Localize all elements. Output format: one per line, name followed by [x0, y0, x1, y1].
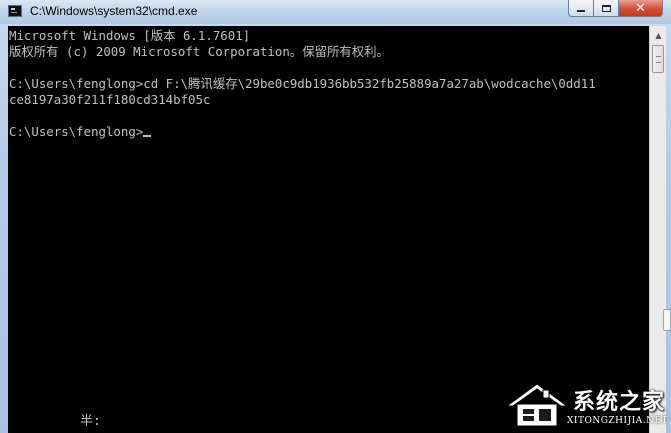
ime-status: 半: — [80, 414, 101, 429]
text-cursor — [143, 135, 152, 137]
close-icon: ✕ — [635, 0, 646, 16]
console-output[interactable]: Microsoft Windows [版本 6.1.7601] 版权所有 (c)… — [8, 26, 649, 433]
title-bar[interactable]: C:\Windows\system32\cmd.exe ✕ — [0, 0, 671, 24]
cmd-app-icon[interactable] — [8, 5, 22, 17]
house-logo-icon — [505, 383, 569, 427]
console-line: Microsoft Windows [版本 6.1.7601] — [9, 28, 251, 43]
minimize-button[interactable] — [568, 0, 594, 17]
console-line: 版权所有 (c) 2009 Microsoft Corporation。保留所有… — [9, 44, 389, 59]
scrollbar-thumb[interactable] — [652, 45, 664, 73]
console-prompt-line: C:\Users\fenglong> — [9, 124, 152, 140]
console-line: C:\Users\fenglong>cd F:\腾讯缓存\29be0c9db19… — [9, 76, 596, 91]
minimize-icon — [577, 10, 585, 12]
vertical-scrollbar[interactable]: ▲ — [649, 26, 666, 433]
maximize-button[interactable] — [594, 0, 619, 17]
console-line: ce8197a30f211f180cd314bf05c — [9, 92, 211, 107]
watermark-name: 系统之家 — [573, 390, 666, 415]
console-prompt: C:\Users\fenglong> — [9, 124, 144, 139]
cmd-window: C:\Windows\system32\cmd.exe ✕ Microsoft … — [0, 0, 671, 433]
watermark: 系统之家 XITONGZHIJIA.NET — [497, 376, 671, 433]
scroll-up-button[interactable]: ▲ — [651, 27, 666, 44]
watermark-url: XITONGZHIJIA.NET — [567, 416, 669, 426]
maximize-icon — [601, 4, 611, 12]
window-title: C:\Windows\system32\cmd.exe — [30, 4, 198, 18]
resize-handle[interactable] — [663, 309, 671, 331]
close-button[interactable]: ✕ — [619, 0, 663, 17]
arrow-up-icon: ▲ — [655, 31, 662, 40]
